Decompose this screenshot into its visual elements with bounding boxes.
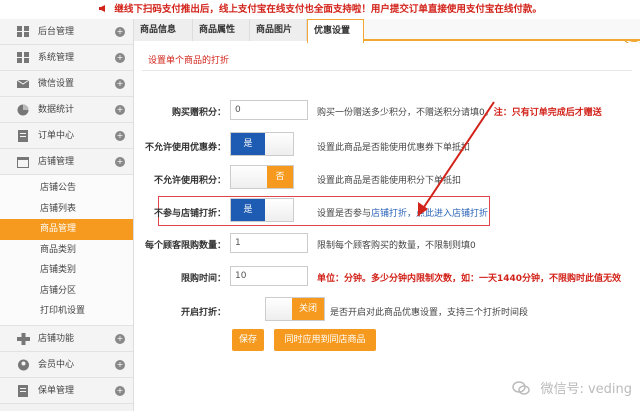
sidebar-subitem-store-category[interactable]: 店铺类别 xyxy=(0,260,133,281)
sidebar-item-label: 数据统计 xyxy=(38,105,75,115)
sidebar-subitem-product-management[interactable]: 商品管理 xyxy=(0,219,133,240)
sidebar-item-label: 店铺管理 xyxy=(38,157,75,167)
watermark-text: 微信号: veding xyxy=(540,382,632,397)
divider xyxy=(142,70,632,71)
no-coupon-label: 不允许使用优惠券： xyxy=(144,143,226,153)
sidebar-subitem-store-list[interactable]: 店铺列表 xyxy=(0,198,133,219)
grid-icon xyxy=(17,26,29,37)
toggle-off-label: 关闭 xyxy=(292,298,324,320)
enable-discount-hint: 是否开启对此商品优惠设置，支持三个打折时间段 xyxy=(330,308,529,318)
enable-discount-toggle[interactable]: 关闭 xyxy=(265,297,325,321)
toggle-on-label: 是 xyxy=(231,199,265,221)
sidebar-item-label: 保单管理 xyxy=(38,385,75,396)
sidebar-subitem-announcement[interactable]: 店铺公告 xyxy=(0,178,133,199)
expand-icon[interactable]: + xyxy=(115,79,125,89)
sidebar-item-label: 会员中心 xyxy=(38,359,75,370)
sidebar-item-wechat[interactable]: 微信设置 + xyxy=(0,71,133,97)
document-icon xyxy=(18,384,28,397)
apply-to-store-products-button[interactable]: 同时应用到同店商品 xyxy=(274,329,376,351)
mail-icon xyxy=(17,79,30,88)
no-points-label: 不允许使用积分： xyxy=(153,176,226,186)
sidebar-item-label: 微信设置 xyxy=(38,79,75,89)
tab-discount-settings[interactable]: 优惠设置 xyxy=(307,19,364,43)
limit-time-input[interactable]: 10 xyxy=(230,266,308,286)
no-store-discount-toggle[interactable]: 是 xyxy=(230,198,294,222)
limit-qty-hint: 限制每个顾客购买的数量，不限制则填0 xyxy=(317,241,476,251)
watermark: 微信号: veding xyxy=(512,378,632,397)
sidebar: 后台管理 + 系统管理 + 微信设置 + 数据统计 + 订单中心 + 店铺管理 … xyxy=(0,19,134,411)
user-icon xyxy=(18,359,29,370)
plus-icon xyxy=(17,332,30,345)
megaphone-icon xyxy=(99,5,106,12)
tab-product-info[interactable]: 商品信息 xyxy=(134,19,193,41)
grid-icon xyxy=(17,52,29,63)
tab-product-images[interactable]: 商品图片 xyxy=(250,19,307,41)
toggle-on-label: 是 xyxy=(231,133,265,155)
limit-qty-label: 每个顾客限购数量： xyxy=(144,241,226,251)
tab-bar: 商品信息 商品属性 商品图片 优惠设置 xyxy=(134,19,640,43)
section-title: 设置单个商品的打折 xyxy=(148,56,230,66)
no-points-toggle[interactable]: 否 xyxy=(230,165,294,189)
notice-bar: 继线下扫码支付推出后，线上支付宝在线支付也全面支持啦！用户提交订单直接使用支付宝… xyxy=(0,0,640,19)
main-panel: 设置单个商品的打折 购买赠积分： 0 购买一份赠送多少积分，不赠送积分请填0。注… xyxy=(134,43,640,411)
expand-icon[interactable]: + xyxy=(115,53,125,63)
calendar-icon xyxy=(17,157,29,168)
sidebar-item-label: 系统管理 xyxy=(38,53,75,63)
sidebar-item-policy[interactable]: 保单管理 + xyxy=(0,377,133,404)
sidebar-subitem-printer-settings[interactable]: 打印机设置 xyxy=(0,301,133,322)
document-icon xyxy=(18,130,28,142)
buy-points-input[interactable]: 0 xyxy=(230,100,308,120)
sidebar-item-orders[interactable]: 订单中心 + xyxy=(0,123,133,149)
sidebar-item-label: 后台管理 xyxy=(38,27,75,37)
limit-qty-input[interactable]: 1 xyxy=(230,233,308,253)
sidebar-subitem-product-category[interactable]: 商品类别 xyxy=(0,239,133,260)
sidebar-item-system[interactable]: 系统管理 + xyxy=(0,45,133,71)
no-coupon-toggle[interactable]: 是 xyxy=(230,132,294,156)
expand-icon[interactable]: + xyxy=(115,27,125,37)
limit-time-label: 限购时间： xyxy=(180,274,226,284)
sidebar-item-label: 店铺功能 xyxy=(38,333,75,344)
buy-points-label: 购买赠积分： xyxy=(171,108,226,118)
store-submenu: 店铺公告 店铺列表 商品管理 商品类别 店铺类别 店铺分区 打印机设置 xyxy=(0,175,133,326)
expand-icon[interactable]: + xyxy=(115,131,125,141)
wechat-icon xyxy=(512,381,531,395)
no-store-discount-label: 不参与店铺打折： xyxy=(153,209,226,219)
toggle-off-label: 否 xyxy=(267,166,293,188)
expand-icon[interactable]: + xyxy=(115,105,125,115)
sidebar-item-label: 订单中心 xyxy=(38,131,75,141)
chart-icon xyxy=(17,104,29,116)
notice-text: 继线下扫码支付推出后，线上支付宝在线支付也全面支持啦！用户提交订单直接使用支付宝… xyxy=(114,4,542,15)
expand-icon[interactable]: + xyxy=(115,385,125,396)
sidebar-item-admin[interactable]: 后台管理 + xyxy=(0,19,133,45)
sidebar-item-store[interactable]: 店铺管理 + xyxy=(0,149,133,175)
enable-discount-label: 开启打折： xyxy=(180,308,226,318)
sidebar-item-members[interactable]: 会员中心 + xyxy=(0,351,133,378)
limit-time-hint: 单位：分钟。多少分钟内限制次数，如：一天1440分钟，不限购时此值无效 xyxy=(317,274,622,284)
sidebar-item-stats[interactable]: 数据统计 + xyxy=(0,97,133,123)
sidebar-subitem-store-zone[interactable]: 店铺分区 xyxy=(0,280,133,301)
tab-product-attributes[interactable]: 商品属性 xyxy=(193,19,250,41)
annotation-arrow xyxy=(417,101,495,217)
sidebar-item-store-functions[interactable]: 店铺功能 + xyxy=(0,325,133,352)
expand-icon[interactable]: + xyxy=(115,333,125,344)
save-button[interactable]: 保存 xyxy=(232,329,264,351)
expand-icon[interactable]: + xyxy=(115,157,125,167)
expand-icon[interactable]: + xyxy=(115,359,125,370)
